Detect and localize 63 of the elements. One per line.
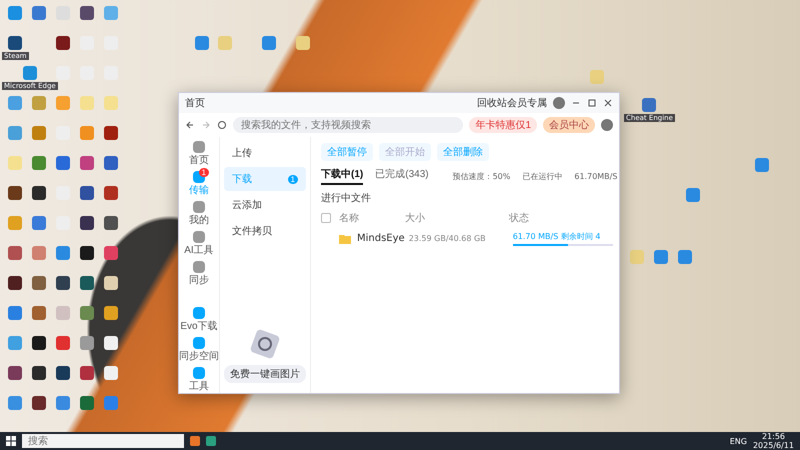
rail-tab[interactable]: 工具 [189,367,209,393]
speed-info: 已在运行中 [522,170,562,182]
column-header: 大小 [405,212,426,225]
desktop-app-icon[interactable] [56,36,70,50]
desktop-app-icon[interactable] [32,336,46,350]
clock-time[interactable]: 21:56 [762,432,786,441]
start-icon[interactable] [6,436,16,446]
speed-info: 61.70MB/S [574,172,618,180]
promo-button[interactable]: 年卡特惠仅1 [469,117,537,133]
desktop-app-icon[interactable] [80,246,94,260]
desktop-app-icon[interactable] [104,336,118,350]
rail-tab[interactable]: Evo下载 [180,307,218,333]
top-link[interactable]: 回收站会员专属 [477,96,547,110]
clock-date[interactable]: 2025/6/11 [752,441,794,450]
download-status: 61.70 MB/S 剩余时间 4 [512,231,602,242]
tab[interactable]: 下载中(1) [321,167,364,185]
folder-icon [339,234,351,244]
desktop-app-icon[interactable] [104,126,118,140]
desktop-app-icon[interactable] [80,216,94,230]
rail-tab[interactable]: 首页 [189,141,209,167]
section-title: 进行中文件 [321,192,372,205]
promo-button[interactable]: 会员中心 [543,117,595,133]
refresh-icon[interactable] [217,120,227,130]
desktop-app-icon[interactable] [8,36,22,50]
desktop-app-icon[interactable] [8,366,22,380]
sidebar-item[interactable]: 云添加 [224,193,306,217]
desktop-app-icon[interactable] [8,186,22,200]
sidebar-item[interactable]: 文件拷贝 [224,219,306,243]
maximize-icon[interactable] [587,98,597,108]
sidebar-item[interactable]: 上传 [224,141,306,165]
file-name: MindsEye [339,233,405,244]
close-icon[interactable] [603,98,613,108]
desktop-app-icon[interactable] [104,216,118,230]
checkbox[interactable] [321,213,331,223]
avatar[interactable] [553,97,565,109]
taskbar-search-field[interactable]: 搜索 [22,434,184,448]
language-indicator[interactable]: ENG [730,436,747,446]
rail-tab[interactable]: AI工具 [184,231,214,257]
speed-info: 预估速度：50% [452,170,510,182]
desktop-app-icon[interactable] [80,6,94,20]
rail-tab[interactable]: 同步 [189,261,209,287]
column-header: 状态 [509,212,530,225]
window-title: 首页 [185,97,205,110]
desktop-app-icon[interactable] [32,396,46,410]
desktop-app-icon[interactable] [80,186,94,200]
tab[interactable]: 已完成(343) [375,167,429,185]
rail-tab[interactable]: 传输 1 [189,171,209,197]
promo-card-button[interactable]: 免费一键画图片 [224,365,306,383]
search-field[interactable]: 搜索我的文件，支持视频搜索 [233,117,464,133]
desktop-app-icon[interactable] [104,276,118,290]
notification-badge: 1 [198,168,209,177]
rail-tab[interactable]: 同步空间 [179,337,219,363]
desktop-app-icon[interactable] [8,276,22,290]
desktop-app-icon[interactable] [32,366,46,380]
desktop-app-icon[interactable] [56,276,70,290]
desktop-app-icon[interactable] [56,366,70,380]
rail-tab[interactable]: 我的 [189,201,209,227]
desktop-app-icon[interactable] [32,186,46,200]
column-header: 名称 [339,212,360,225]
avatar[interactable] [601,119,613,131]
forward-icon[interactable] [201,120,211,130]
back-icon[interactable] [185,120,195,130]
file-size: 23.59 GB/40.68 GB [408,234,487,243]
